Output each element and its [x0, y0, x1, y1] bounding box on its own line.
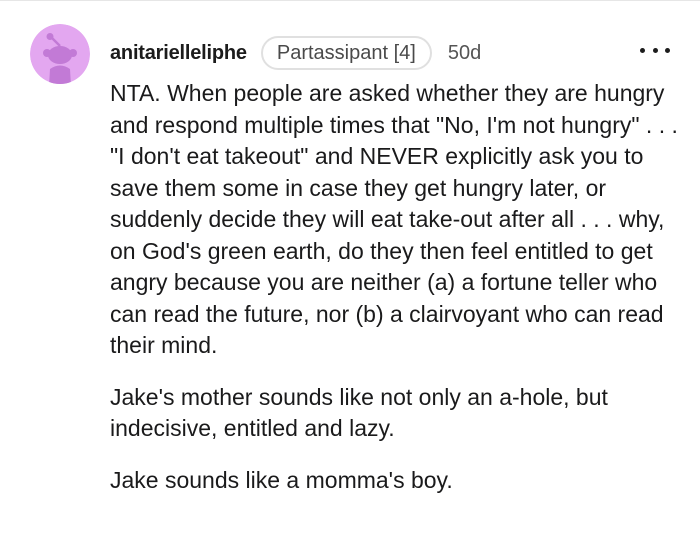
comment-body: NTA. When people are asked whether they …	[110, 78, 682, 496]
comment-timestamp[interactable]: 50d	[448, 42, 481, 65]
comment-paragraph-1: NTA. When people are asked whether they …	[110, 80, 678, 358]
username-link[interactable]: anitarielleliphe	[110, 42, 247, 65]
more-dot	[665, 47, 670, 53]
comment-card: anitarielleliphe Partassipant [4] 50d NT…	[0, 0, 700, 559]
more-options-icon[interactable]	[640, 39, 670, 61]
comment-paragraph-2: Jake's mother sounds like not only an a-…	[110, 383, 608, 442]
comment-paragraph-3: Jake sounds like a momma's boy.	[110, 466, 453, 493]
more-dot	[640, 47, 645, 53]
comment-header: anitarielleliphe Partassipant [4] 50d	[110, 33, 481, 73]
more-dot	[652, 47, 658, 53]
user-flair-badge: Partassipant [4]	[260, 36, 432, 70]
reddit-snoo-avatar-icon[interactable]	[30, 24, 90, 84]
